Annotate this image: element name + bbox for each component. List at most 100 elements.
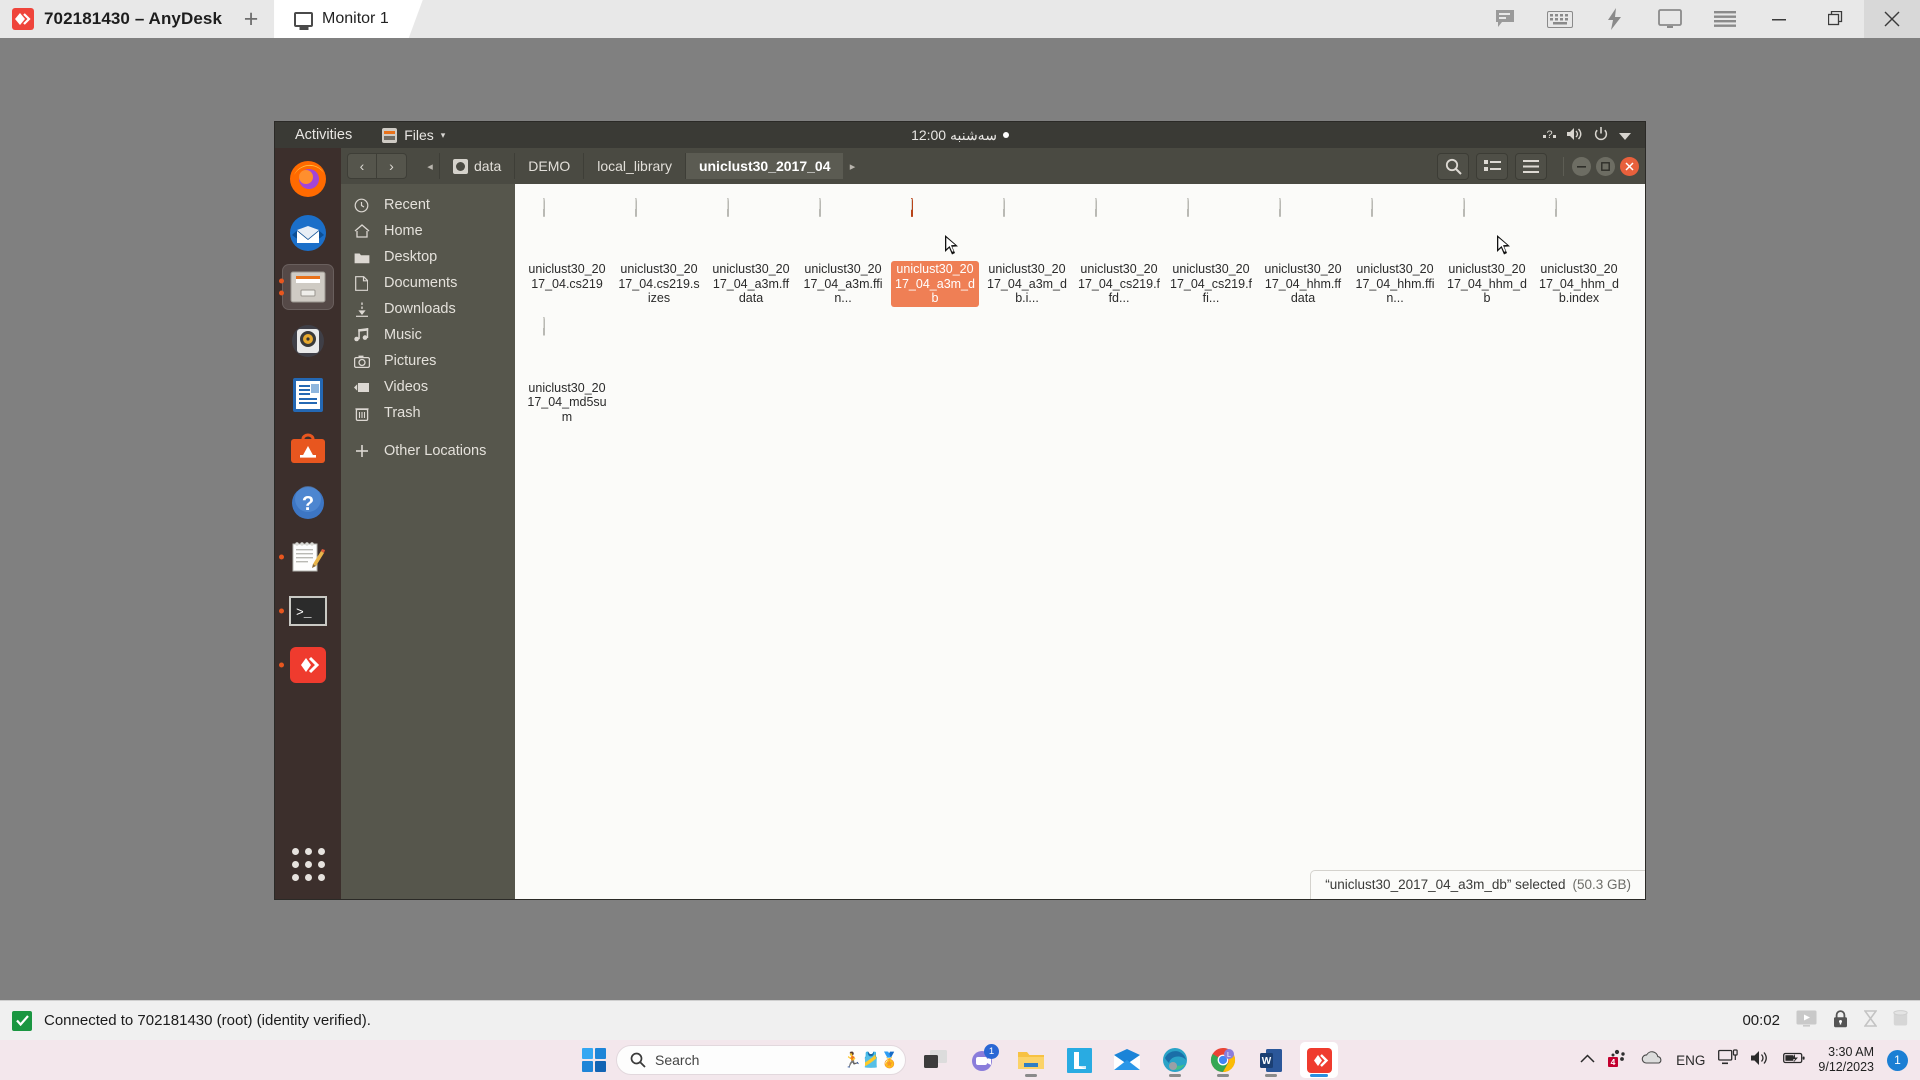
file-icon-wrap bbox=[1003, 198, 1051, 257]
file-item[interactable]: uniclust30_2017_04_hhm_db.index bbox=[1533, 194, 1625, 313]
chat-icon[interactable] bbox=[1477, 0, 1532, 38]
hourglass-icon[interactable] bbox=[1863, 1010, 1878, 1031]
minimize-button[interactable] bbox=[1752, 0, 1808, 38]
breadcrumb-item-demo[interactable]: DEMO bbox=[514, 153, 583, 179]
new-tab-button[interactable]: + bbox=[232, 0, 270, 38]
back-button[interactable]: ‹ bbox=[347, 153, 377, 179]
binary-file-icon: 1 10 101 1010 bbox=[543, 198, 545, 217]
search-input[interactable]: Search 🏃🎽🏅 bbox=[616, 1045, 906, 1075]
sidebar-item-home[interactable]: Home bbox=[341, 218, 515, 244]
close-button[interactable] bbox=[1864, 0, 1920, 38]
maximize-button[interactable] bbox=[1596, 156, 1615, 176]
taskbar-app-anydesk[interactable] bbox=[1300, 1042, 1338, 1078]
volume-icon[interactable] bbox=[1751, 1050, 1770, 1071]
taskbar-app-edge[interactable] bbox=[1156, 1042, 1194, 1078]
battery-icon[interactable] bbox=[1783, 1051, 1805, 1070]
taskbar-app-chrome[interactable]: L bbox=[1204, 1042, 1242, 1078]
file-item[interactable]: 1 10 101 1010 uniclust30_2017_04_hhm_db bbox=[1441, 194, 1533, 313]
hamburger-menu-icon[interactable] bbox=[1515, 152, 1547, 180]
storage-icon[interactable] bbox=[1893, 1009, 1908, 1032]
file-item[interactable]: uniclust30_2017_04.cs219.sizes bbox=[613, 194, 705, 313]
taskbar-app-mail[interactable] bbox=[1108, 1042, 1146, 1078]
sidebar-item-downloads[interactable]: Downloads bbox=[341, 296, 515, 322]
sidebar-item-videos[interactable]: Videos bbox=[341, 374, 515, 400]
notification-dot-icon bbox=[1002, 132, 1009, 138]
breadcrumb-item-data[interactable]: data bbox=[439, 153, 514, 179]
text-file-icon bbox=[1003, 198, 1005, 217]
close-button[interactable] bbox=[1620, 156, 1639, 176]
language-indicator[interactable]: ENG bbox=[1676, 1053, 1705, 1068]
actions-lightning-icon[interactable] bbox=[1587, 0, 1642, 38]
dock-item-anydesk[interactable] bbox=[279, 642, 334, 688]
file-item[interactable]: uniclust30_2017_04_cs219.ffi... bbox=[1165, 194, 1257, 313]
ubuntu-dock: ? >_ bbox=[275, 148, 341, 899]
page-fold bbox=[1095, 199, 1096, 210]
remote-desktop[interactable]: Activities Files ▾ سه‌شنبه 12:00 ? bbox=[275, 122, 1645, 899]
show-applications-button[interactable] bbox=[291, 848, 325, 881]
sidebar-item-recent[interactable]: Recent bbox=[341, 192, 515, 218]
network-icon[interactable] bbox=[1718, 1049, 1739, 1071]
dock-item-thunderbird[interactable] bbox=[282, 210, 334, 256]
tab-monitor-1[interactable]: Monitor 1 bbox=[274, 0, 423, 38]
file-item[interactable]: 1 10 101 1010 uniclust30_2017_04.cs219 bbox=[521, 194, 613, 313]
dock-item-help[interactable]: ? bbox=[282, 480, 334, 526]
file-item[interactable]: 1 10 101 1010 uniclust30_2017_04_a3m.ffdata bbox=[705, 194, 797, 313]
taskbar-clock[interactable]: 3:30 AM 9/12/2023 bbox=[1818, 1045, 1874, 1075]
page-fold bbox=[1003, 199, 1004, 210]
antivirus-icon[interactable]: 4 bbox=[1608, 1049, 1628, 1072]
sidebar-item-pictures[interactable]: Pictures bbox=[341, 348, 515, 374]
notification-center-button[interactable]: 1 bbox=[1887, 1049, 1908, 1071]
binary-file-icon: 1 10 101 1010 bbox=[727, 198, 729, 217]
text-file-icon bbox=[543, 316, 545, 336]
file-item[interactable]: 1 10 101 1010 uniclust30_2017_04_cs219.ffd..… bbox=[1073, 194, 1165, 313]
taskbar-app-l[interactable] bbox=[1060, 1042, 1098, 1078]
menu-icon[interactable] bbox=[1697, 0, 1752, 38]
file-item[interactable]: uniclust30_2017_04_md5sum bbox=[521, 313, 613, 432]
page-fold bbox=[543, 199, 544, 210]
binary-glyph: 1 10 101 1010 bbox=[549, 204, 564, 234]
sidebar-item-music[interactable]: Music bbox=[341, 322, 515, 348]
gnome-clock[interactable]: سه‌شنبه 12:00 bbox=[275, 127, 1645, 144]
forward-button[interactable]: › bbox=[377, 153, 407, 179]
sidebar-label: Trash bbox=[384, 405, 421, 421]
dock-item-text-editor[interactable] bbox=[279, 534, 334, 580]
sidebar-item-other-locations[interactable]: Other Locations bbox=[341, 438, 515, 464]
file-label: uniclust30_2017_04_a3m.ffdata bbox=[712, 262, 790, 305]
breadcrumb-item-local-library[interactable]: local_library bbox=[583, 153, 685, 179]
sidebar-item-documents[interactable]: Documents bbox=[341, 270, 515, 296]
breadcrumb-scroll-right-icon[interactable]: ▸ bbox=[843, 160, 861, 173]
taskbar-app-file-explorer[interactable] bbox=[1012, 1042, 1050, 1078]
display-icon[interactable] bbox=[1642, 0, 1697, 38]
breadcrumb-scroll-left-icon[interactable]: ◂ bbox=[421, 160, 439, 173]
dock-item-ubuntu-software[interactable] bbox=[282, 426, 334, 472]
file-item[interactable]: 1 10 101 1010 uniclust30_2017_04_hhm.ffdata bbox=[1257, 194, 1349, 313]
view-toggle-icon[interactable] bbox=[1476, 152, 1508, 180]
dock-item-files[interactable] bbox=[279, 264, 334, 310]
file-item[interactable]: uniclust30_2017_04_a3m_db.i... bbox=[981, 194, 1073, 313]
lock-icon[interactable] bbox=[1833, 1009, 1848, 1032]
dock-item-libreoffice-writer[interactable] bbox=[282, 372, 334, 418]
file-item[interactable]: uniclust30_2017_04_a3m.ffin... bbox=[797, 194, 889, 313]
status-bar-tray: 00:02 bbox=[1742, 1009, 1908, 1032]
start-button[interactable] bbox=[582, 1048, 606, 1072]
taskbar-app-word[interactable]: W bbox=[1252, 1042, 1290, 1078]
files-content-area[interactable]: 1 10 101 1010 uniclust30_2017_04.cs219 uniclu… bbox=[515, 184, 1645, 899]
dock-item-rhythmbox[interactable] bbox=[282, 318, 334, 364]
onedrive-cloud-icon[interactable] bbox=[1641, 1050, 1663, 1070]
sidebar-item-trash[interactable]: Trash bbox=[341, 400, 515, 426]
maximize-button[interactable] bbox=[1808, 0, 1864, 38]
breadcrumb-item-current[interactable]: uniclust30_2017_04 bbox=[684, 153, 844, 179]
file-item[interactable]: uniclust30_2017_04_hhm.ffin... bbox=[1349, 194, 1441, 313]
sidebar-item-desktop[interactable]: Desktop bbox=[341, 244, 515, 270]
keyboard-icon[interactable] bbox=[1532, 0, 1587, 38]
gnome-top-bar: Activities Files ▾ سه‌شنبه 12:00 ? bbox=[275, 122, 1645, 148]
file-item[interactable]: 1 10 101 1010 uniclust30_2017_04_a3m_db bbox=[889, 194, 981, 313]
search-icon[interactable] bbox=[1437, 152, 1469, 180]
dock-item-terminal[interactable]: >_ bbox=[279, 588, 334, 634]
tray-overflow-icon[interactable] bbox=[1580, 1051, 1595, 1069]
dock-item-firefox[interactable] bbox=[282, 156, 334, 202]
minimize-button[interactable] bbox=[1572, 156, 1591, 176]
taskbar-app-task-view[interactable] bbox=[916, 1042, 954, 1078]
taskbar-app-teams[interactable]: 1 bbox=[964, 1042, 1002, 1078]
screen-share-icon[interactable] bbox=[1796, 1010, 1817, 1031]
